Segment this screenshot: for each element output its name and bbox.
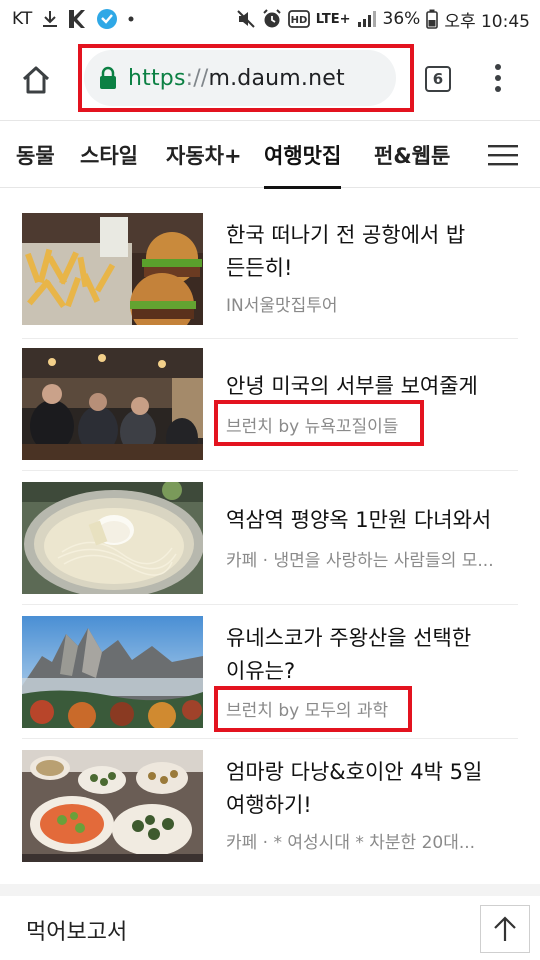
arrow-up-icon xyxy=(494,916,516,941)
battery-icon xyxy=(426,9,439,29)
source-highlight-box xyxy=(214,400,424,446)
naengmyeon-photo xyxy=(22,482,203,594)
article-title[interactable]: 엄마랑 다낭&호이안 4박 5일 여행하기! xyxy=(226,756,518,822)
download-icon xyxy=(42,10,58,28)
hd-icon: HD xyxy=(287,10,310,28)
article-item[interactable]: 엄마랑 다낭&호이안 4박 5일 여행하기! 카페 · * 여성시대 * 차분한… xyxy=(22,750,518,872)
dot-icon xyxy=(128,16,134,22)
divider xyxy=(22,338,518,339)
status-right: HD LTE+ 36% 오후 10:45 xyxy=(236,7,530,32)
article-item[interactable]: 역삼역 평양옥 1만원 다녀와서 카페 · 냉면을 사랑하는 사람들의 모... xyxy=(22,482,518,604)
article-thumbnail[interactable] xyxy=(22,348,203,460)
category-menu-button[interactable] xyxy=(488,143,518,167)
category-tabs: 동물 스타일 자동차+ 여행맛집 펀&웹툰 xyxy=(0,120,540,189)
network-label: LTE+ xyxy=(315,11,351,27)
messenger-icon xyxy=(96,8,118,30)
tab-count: 6 xyxy=(432,70,444,88)
more-vert-icon xyxy=(495,64,501,92)
food-table-photo xyxy=(22,750,203,862)
article-thumbnail[interactable] xyxy=(22,213,203,325)
section-title: 먹어보고서 xyxy=(26,920,128,945)
carrier-label: KT xyxy=(12,9,33,29)
browser-menu-button[interactable] xyxy=(488,62,508,96)
divider xyxy=(22,604,518,605)
article-source: IN서울맛집투어 xyxy=(226,296,338,316)
divider xyxy=(22,470,518,471)
tab-switcher-button[interactable]: 6 xyxy=(425,66,451,92)
mountain-photo xyxy=(22,616,203,728)
article-thumbnail[interactable] xyxy=(22,750,203,862)
home-button[interactable] xyxy=(16,60,56,100)
scroll-to-top-button[interactable] xyxy=(480,905,530,953)
battery-percent: 36% xyxy=(382,9,421,29)
divider xyxy=(22,738,518,739)
tab-travel-food[interactable]: 여행맛집 xyxy=(264,121,342,189)
svg-text:HD: HD xyxy=(290,15,307,26)
home-icon xyxy=(22,66,50,94)
tab-style[interactable]: 스타일 xyxy=(80,121,138,188)
k-app-icon xyxy=(68,9,86,29)
mute-icon xyxy=(236,9,256,29)
tab-cars[interactable]: 자동차+ xyxy=(166,121,242,188)
url-highlight-box xyxy=(78,44,414,112)
burger-fries-photo xyxy=(22,213,203,325)
browser-toolbar: https://m.daum.net 6 xyxy=(0,38,540,120)
bar-interior-photo xyxy=(22,348,203,460)
clock: 오후 10:45 xyxy=(444,11,530,32)
article-title[interactable]: 역삼역 평양옥 1만원 다녀와서 xyxy=(226,504,518,537)
article-title[interactable]: 유네스코가 주왕산을 선택한 이유는? xyxy=(226,622,518,688)
section-gap xyxy=(0,884,540,896)
article-source: 카페 · 냉면을 사랑하는 사람들의 모... xyxy=(226,551,494,571)
signal-icon xyxy=(357,10,377,28)
status-bar: KT HD LTE+ 36% 오후 10:45 xyxy=(0,0,540,38)
source-highlight-box xyxy=(214,686,412,732)
tab-animals[interactable]: 동물 xyxy=(16,121,55,188)
article-source: 카페 · * 여성시대 * 차분한 20대... xyxy=(226,833,476,853)
hamburger-icon xyxy=(488,145,518,166)
article-title[interactable]: 안녕 미국의 서부를 보여줄게 xyxy=(226,370,518,403)
article-item[interactable]: 한국 떠나기 전 공항에서 밥 든든히! IN서울맛집투어 xyxy=(22,213,518,335)
article-title[interactable]: 한국 떠나기 전 공항에서 밥 든든히! xyxy=(226,219,518,285)
status-left: KT xyxy=(12,8,134,30)
alarm-icon xyxy=(262,9,282,29)
article-thumbnail[interactable] xyxy=(22,616,203,728)
tab-fun-webtoon[interactable]: 펀&웹툰 xyxy=(374,121,450,188)
article-thumbnail[interactable] xyxy=(22,482,203,594)
